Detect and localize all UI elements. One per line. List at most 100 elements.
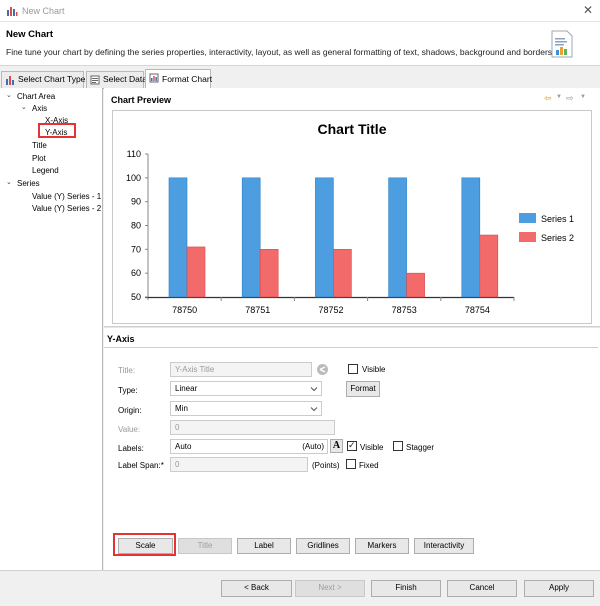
- tree-item-plot[interactable]: Plot: [32, 154, 46, 163]
- bar-series-1: [168, 177, 188, 298]
- tab-label: Format Chart: [162, 74, 213, 84]
- bar-series-2: [406, 272, 425, 298]
- data-sheet-icon: [90, 75, 100, 85]
- chart-app-icon: [6, 5, 18, 17]
- interactivity-button[interactable]: Interactivity: [414, 538, 474, 554]
- font-button[interactable]: A: [330, 439, 343, 453]
- form-section-title: Y-Axis: [107, 334, 135, 344]
- dropdown-arrow-icon[interactable]: ▼: [556, 94, 562, 100]
- y-tick-label: 110: [127, 149, 141, 159]
- back-arrow-icon[interactable]: ⇦: [544, 93, 552, 104]
- y-tick-label: 90: [131, 197, 141, 207]
- origin-select[interactable]: Min: [170, 401, 322, 416]
- tree-item-series-2[interactable]: Value (Y) Series - 2: [32, 204, 101, 213]
- tree-item-axis[interactable]: Axis: [32, 104, 47, 113]
- title-visible-checkbox[interactable]: [348, 364, 358, 374]
- forward-arrow-icon[interactable]: ⇨: [566, 93, 574, 104]
- y-tick-label: 70: [131, 244, 141, 254]
- window-titlebar: New Chart ✕: [0, 0, 600, 22]
- tab-select-chart-type[interactable]: Select Chart Type: [1, 71, 86, 88]
- tree-item-series-1[interactable]: Value (Y) Series - 1: [32, 192, 101, 201]
- chart-preview-label: Chart Preview: [111, 95, 172, 105]
- gridlines-button[interactable]: Gridlines: [296, 538, 350, 554]
- chart-svg: Chart Title 50 60 70 80 90 100 110 78750 78751 78…: [126, 121, 574, 315]
- bar-series-2: [259, 249, 279, 298]
- origin-value-input[interactable]: 0: [170, 420, 335, 435]
- chevron-down-icon: [310, 387, 318, 392]
- y-tick-label: 80: [131, 221, 141, 231]
- format-tree: ⌄ Chart Area ⌄ Axis X-Axis Y-Axis Title …: [0, 88, 103, 570]
- labels-input-value: Auto: [175, 442, 192, 451]
- scale-highlight: [113, 533, 176, 556]
- stagger-label: Stagger: [406, 443, 435, 452]
- labels-visible-label: Visible: [360, 443, 384, 452]
- bar-series-2: [479, 234, 499, 298]
- bar-chart-icon: [6, 76, 14, 85]
- fixed-checkbox[interactable]: [346, 459, 356, 469]
- labels-auto-hint: (Auto): [302, 442, 324, 451]
- bar-series-1: [388, 177, 407, 298]
- legend-swatch: [519, 213, 536, 223]
- label-span-field-label: Label Span:*: [118, 461, 164, 470]
- x-tick-label: 78751: [245, 305, 270, 315]
- origin-select-value: Min: [175, 404, 188, 413]
- label-button[interactable]: Label: [237, 538, 291, 554]
- dropdown-arrow-icon[interactable]: ▼: [580, 94, 586, 100]
- cancel-button[interactable]: Cancel: [447, 580, 517, 597]
- legend-swatch: [519, 232, 536, 242]
- collapse-arrow-icon[interactable]: ⌄: [6, 91, 12, 99]
- collapse-arrow-icon[interactable]: ⌄: [6, 178, 12, 186]
- type-field-label: Type:: [118, 386, 138, 395]
- next-button[interactable]: Next >: [295, 580, 365, 597]
- tab-select-data[interactable]: Select Data: [86, 71, 147, 88]
- labels-input[interactable]: Auto (Auto): [170, 439, 328, 454]
- tree-item-chart-area[interactable]: Chart Area: [17, 92, 55, 101]
- expression-icon[interactable]: [316, 363, 329, 376]
- wizard-footer: < Back Next > Finish Cancel Apply: [0, 570, 600, 606]
- markers-button[interactable]: Markers: [355, 538, 409, 554]
- title-visible-label: Visible: [362, 365, 386, 374]
- bar-series-2: [333, 249, 352, 298]
- x-tick-label: 78754: [465, 305, 490, 315]
- tab-strip: Select Chart Type Select Data Format Cha…: [0, 69, 600, 89]
- value-field-label: Value:: [118, 425, 141, 434]
- y-tick-label: 50: [131, 292, 141, 302]
- bar-series-1: [461, 177, 481, 298]
- type-select[interactable]: Linear: [170, 381, 322, 396]
- back-button[interactable]: < Back: [221, 580, 292, 597]
- x-tick-label: 78752: [318, 305, 343, 315]
- chevron-down-icon: [310, 407, 318, 412]
- tree-item-legend[interactable]: Legend: [32, 166, 59, 175]
- chart-title: Chart Title: [318, 121, 387, 137]
- format-chart-icon: [149, 73, 159, 83]
- legend-label: Series 1: [541, 214, 574, 224]
- bar-series-2: [186, 246, 206, 298]
- axis-title-input[interactable]: Y-Axis Title: [170, 362, 312, 377]
- labels-visible-checkbox[interactable]: [347, 440, 357, 451]
- section-divider: [104, 347, 598, 348]
- fixed-label: Fixed: [359, 461, 379, 470]
- collapse-arrow-icon[interactable]: ⌄: [21, 103, 27, 111]
- tab-label: Select Chart Type: [18, 74, 86, 84]
- tab-format-chart[interactable]: Format Chart: [145, 69, 213, 89]
- stagger-checkbox[interactable]: [393, 441, 403, 451]
- tree-item-title[interactable]: Title: [32, 141, 47, 150]
- type-select-value: Linear: [175, 384, 198, 393]
- tab-label: Select Data: [103, 74, 147, 84]
- close-icon[interactable]: ✕: [581, 3, 595, 17]
- points-unit-label: (Points): [312, 461, 340, 470]
- chart-preview: Chart Title 50 60 70 80 90 100 110 78750 78751 78…: [112, 110, 592, 324]
- format-button[interactable]: Format: [346, 381, 380, 397]
- wizard-header: New Chart Fine tune your chart by defini…: [0, 22, 600, 66]
- window-title: New Chart: [22, 6, 65, 16]
- label-span-input[interactable]: 0: [170, 457, 308, 472]
- y-tick-label: 60: [131, 268, 141, 278]
- origin-field-label: Origin:: [118, 406, 142, 415]
- splitter[interactable]: [104, 326, 600, 328]
- apply-button[interactable]: Apply: [524, 580, 594, 597]
- title-button[interactable]: Title: [178, 538, 232, 554]
- labels-field-label: Labels:: [118, 444, 144, 453]
- finish-button[interactable]: Finish: [371, 580, 441, 597]
- tree-item-series[interactable]: Series: [17, 179, 40, 188]
- bar-series-1: [315, 177, 334, 298]
